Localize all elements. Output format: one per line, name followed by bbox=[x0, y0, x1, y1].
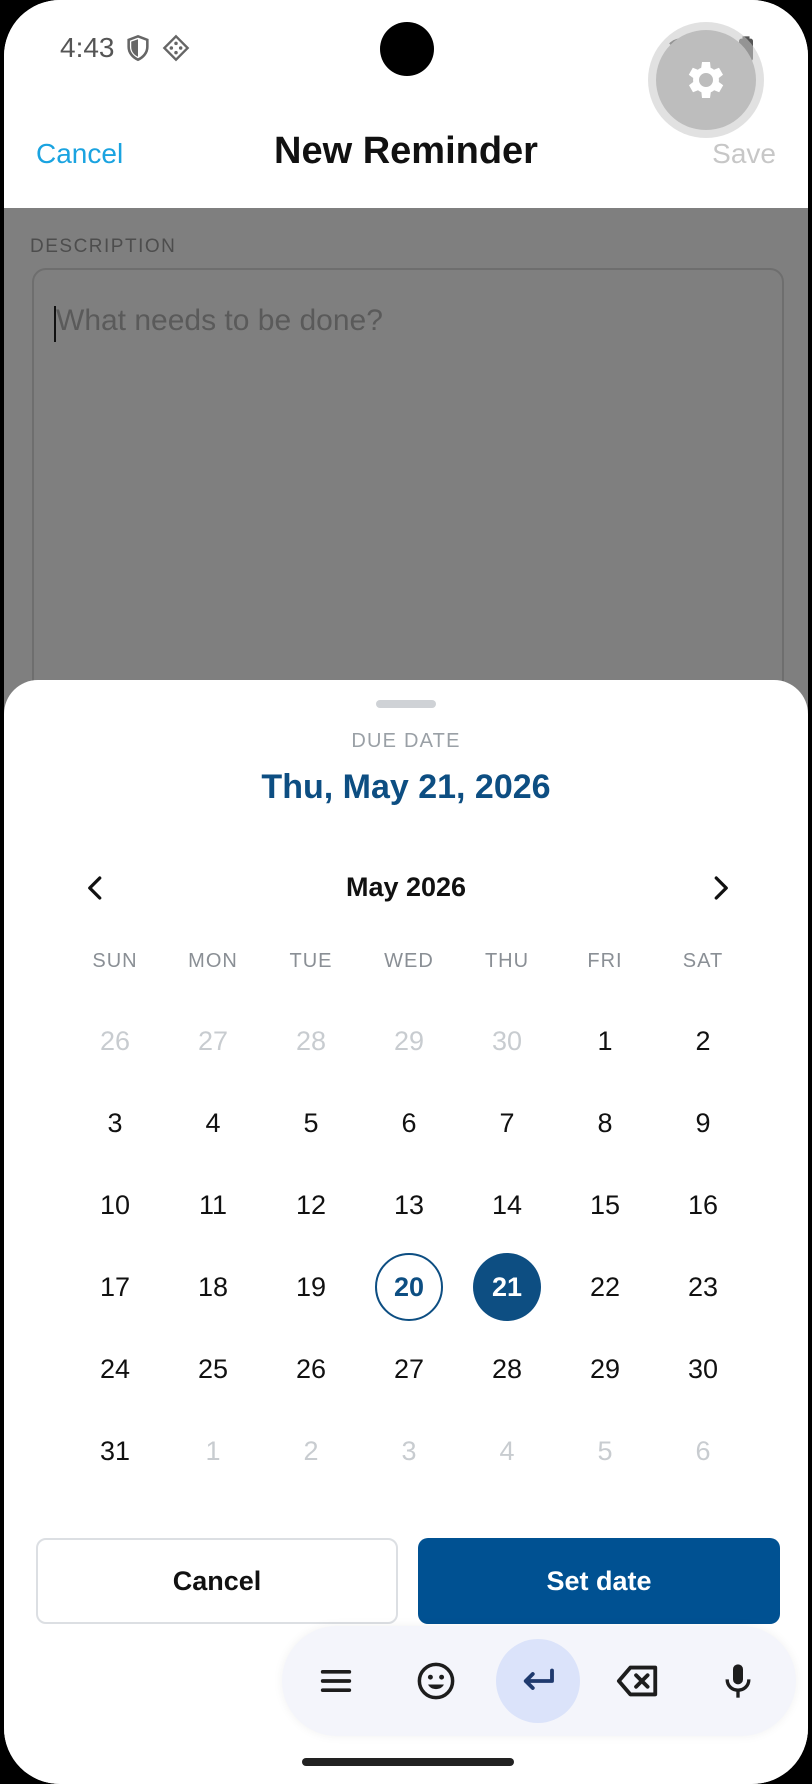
microphone-icon bbox=[725, 1664, 751, 1698]
calendar-day[interactable]: 25 bbox=[164, 1328, 262, 1410]
calendar-day-outside-month[interactable]: 1 bbox=[164, 1410, 262, 1492]
next-month-button[interactable] bbox=[698, 866, 742, 910]
calendar-grid: 26 27 28 29 30 1 2 3 4 5 6 7 8 9 10 11 1… bbox=[66, 1000, 752, 1492]
calendar-day-outside-month[interactable]: 30 bbox=[458, 1000, 556, 1082]
calendar-day[interactable]: 10 bbox=[66, 1164, 164, 1246]
calendar-day[interactable]: 31 bbox=[66, 1410, 164, 1492]
calendar-day[interactable]: 19 bbox=[262, 1246, 360, 1328]
phone-screen: 4:43 Cancel New Reminder Save DESCRIPTIO… bbox=[4, 0, 808, 1784]
calendar-day[interactable]: 28 bbox=[458, 1328, 556, 1410]
due-date-label: DUE DATE bbox=[351, 730, 461, 752]
selected-day-circle: 21 bbox=[473, 1253, 541, 1321]
keyboard-enter-key[interactable] bbox=[496, 1639, 580, 1723]
keyboard-backspace-key[interactable] bbox=[596, 1639, 680, 1723]
weekday-label: SAT bbox=[682, 950, 724, 972]
weekday-header: SUN MON TUE WED THU FRI SAT bbox=[66, 950, 752, 980]
today-ring: 20 bbox=[375, 1253, 443, 1321]
calendar-day[interactable]: 7 bbox=[458, 1082, 556, 1164]
status-time: 4:43 bbox=[60, 32, 115, 63]
calendar-day-outside-month[interactable]: 3 bbox=[360, 1410, 458, 1492]
calendar-day[interactable]: 8 bbox=[556, 1082, 654, 1164]
calendar-day-outside-month[interactable]: 29 bbox=[360, 1000, 458, 1082]
calendar-day[interactable]: 2 bbox=[654, 1000, 752, 1082]
calendar-day-outside-month[interactable]: 4 bbox=[458, 1410, 556, 1492]
header-save-button[interactable]: Save bbox=[712, 138, 776, 170]
calendar-day[interactable]: 9 bbox=[654, 1082, 752, 1164]
set-date-button[interactable]: Set date bbox=[418, 1538, 780, 1624]
weekday-label: TUE bbox=[289, 950, 333, 972]
vpn-diamond-icon bbox=[162, 34, 190, 62]
calendar-day[interactable]: 17 bbox=[66, 1246, 164, 1328]
weekday-label: WED bbox=[384, 950, 434, 972]
calendar-day[interactable]: 30 bbox=[654, 1328, 752, 1410]
month-title: May 2026 bbox=[345, 872, 467, 902]
calendar-day-today[interactable]: 20 bbox=[360, 1246, 458, 1328]
calendar-day-outside-month[interactable]: 26 bbox=[66, 1000, 164, 1082]
calendar-week: 10 11 12 13 14 15 16 bbox=[66, 1164, 752, 1246]
calendar-day[interactable]: 15 bbox=[556, 1164, 654, 1246]
selected-date-text: Thu, May 21, 2026 bbox=[261, 768, 551, 806]
calendar-day[interactable]: 11 bbox=[164, 1164, 262, 1246]
calendar-day[interactable]: 16 bbox=[654, 1164, 752, 1246]
calendar-day[interactable]: 27 bbox=[360, 1328, 458, 1410]
calendar-day-outside-month[interactable]: 28 bbox=[262, 1000, 360, 1082]
shield-icon bbox=[127, 34, 149, 62]
calendar-day[interactable]: 5 bbox=[262, 1082, 360, 1164]
calendar-day[interactable]: 18 bbox=[164, 1246, 262, 1328]
keyboard-toolbar bbox=[282, 1626, 796, 1736]
menu-icon bbox=[320, 1670, 352, 1692]
calendar-day[interactable]: 26 bbox=[262, 1328, 360, 1410]
calendar-day[interactable]: 24 bbox=[66, 1328, 164, 1410]
weekday-label: MON bbox=[188, 950, 238, 972]
keyboard-emoji-key[interactable] bbox=[394, 1639, 478, 1723]
settings-fab[interactable] bbox=[656, 30, 756, 130]
calendar-day[interactable]: 1 bbox=[556, 1000, 654, 1082]
calendar-week: 24 25 26 27 28 29 30 bbox=[66, 1328, 752, 1410]
calendar-week: 3 4 5 6 7 8 9 bbox=[66, 1082, 752, 1164]
calendar-day-outside-month[interactable]: 27 bbox=[164, 1000, 262, 1082]
sheet-drag-handle[interactable] bbox=[376, 700, 436, 708]
calendar-day[interactable]: 29 bbox=[556, 1328, 654, 1410]
home-indicator[interactable] bbox=[302, 1758, 514, 1766]
backspace-icon bbox=[616, 1665, 658, 1697]
keyboard-menu-key[interactable] bbox=[294, 1639, 378, 1723]
chevron-right-icon bbox=[714, 876, 728, 900]
enter-icon bbox=[523, 1668, 554, 1690]
weekday-label: FRI bbox=[587, 950, 623, 972]
calendar-day[interactable]: 14 bbox=[458, 1164, 556, 1246]
keyboard-microphone-key[interactable] bbox=[696, 1639, 780, 1723]
calendar-week: 31 1 2 3 4 5 6 bbox=[66, 1410, 752, 1492]
gear-icon bbox=[688, 62, 724, 98]
calendar-day[interactable]: 23 bbox=[654, 1246, 752, 1328]
calendar-day[interactable]: 6 bbox=[360, 1082, 458, 1164]
calendar-day-outside-month[interactable]: 6 bbox=[654, 1410, 752, 1492]
emoji-icon bbox=[417, 1662, 455, 1700]
calendar-day[interactable]: 4 bbox=[164, 1082, 262, 1164]
calendar-day-outside-month[interactable]: 5 bbox=[556, 1410, 654, 1492]
calendar-day[interactable]: 3 bbox=[66, 1082, 164, 1164]
weekday-label: SUN bbox=[92, 950, 138, 972]
weekday-label: THU bbox=[484, 950, 530, 972]
calendar-day[interactable]: 12 bbox=[262, 1164, 360, 1246]
calendar-week: 17 18 19 20 21 22 23 bbox=[66, 1246, 752, 1328]
front-camera bbox=[380, 22, 434, 76]
due-date-sheet: DUE DATE Thu, May 21, 2026 May 2026 SUN … bbox=[4, 680, 808, 1784]
calendar-day-outside-month[interactable]: 2 bbox=[262, 1410, 360, 1492]
page-title: New Reminder bbox=[274, 130, 538, 172]
calendar-day[interactable]: 13 bbox=[360, 1164, 458, 1246]
calendar-day[interactable]: 22 bbox=[556, 1246, 654, 1328]
calendar-week: 26 27 28 29 30 1 2 bbox=[66, 1000, 752, 1082]
calendar-day-selected[interactable]: 21 bbox=[458, 1246, 556, 1328]
cancel-button[interactable]: Cancel bbox=[36, 1538, 398, 1624]
